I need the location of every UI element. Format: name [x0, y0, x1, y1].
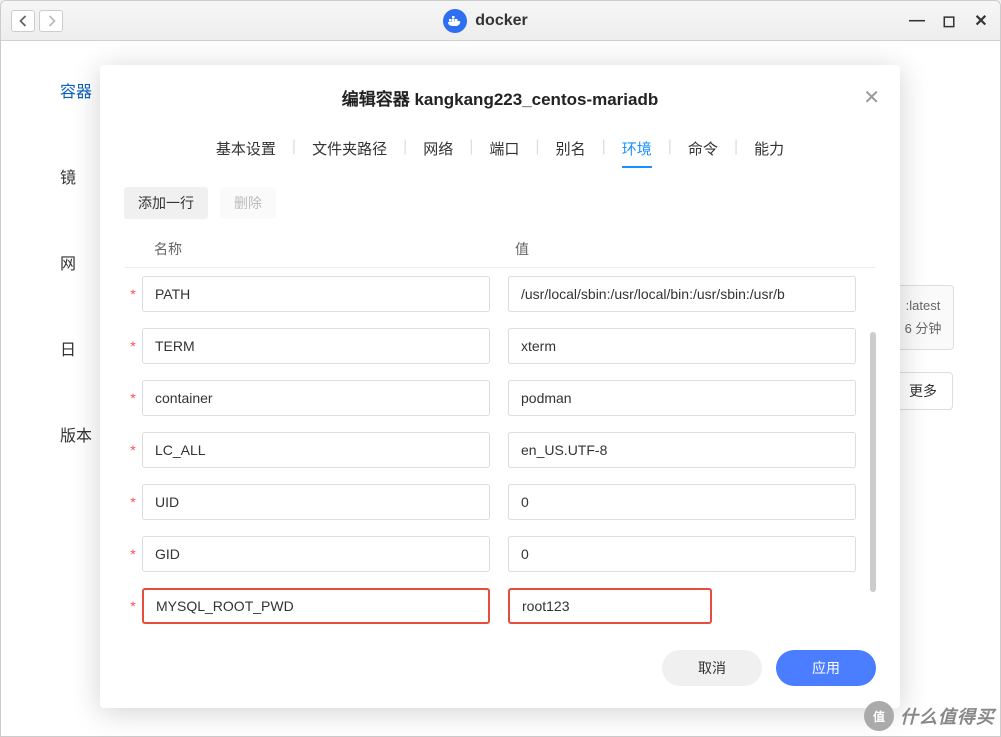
tab-capability[interactable]: 能力: [740, 130, 798, 167]
required-mark: *: [124, 546, 142, 562]
required-mark: *: [124, 598, 142, 614]
column-header-value: 值: [509, 239, 869, 259]
required-mark: *: [124, 494, 142, 510]
env-value-input[interactable]: [508, 276, 856, 312]
sidebar: 容器 镜 网 日 版本: [60, 78, 92, 446]
tab-network[interactable]: 网络: [409, 130, 467, 167]
docker-icon: [443, 9, 467, 33]
env-value-input[interactable]: [508, 380, 856, 416]
nav-forward-button[interactable]: [39, 10, 63, 32]
container-card-partial: :latest 6 分钟: [892, 285, 954, 350]
close-window-button[interactable]: ✕: [972, 12, 990, 30]
required-mark: *: [124, 390, 142, 406]
env-value-input[interactable]: [508, 536, 856, 572]
env-row: *: [124, 580, 866, 632]
add-row-button[interactable]: 添加一行: [124, 187, 208, 219]
tab-port[interactable]: 端口: [475, 130, 533, 167]
scrollbar[interactable]: [870, 330, 876, 640]
env-value-input[interactable]: [508, 588, 712, 624]
required-mark: *: [124, 338, 142, 354]
sidebar-item-network[interactable]: 网: [60, 250, 92, 274]
env-row: *: [124, 268, 866, 320]
modal-title: 编辑容器 kangkang223_centos-mariadb: [124, 85, 876, 110]
sidebar-item-logs[interactable]: 日: [60, 336, 92, 360]
nav-back-button[interactable]: [11, 10, 35, 32]
modal-close-button[interactable]: ✕: [863, 85, 880, 110]
env-value-input[interactable]: [508, 484, 856, 520]
env-table-scroll[interactable]: * * * * * * *: [124, 267, 876, 632]
app-title: docker: [475, 12, 527, 30]
more-button[interactable]: 更多: [893, 372, 953, 410]
sidebar-item-containers[interactable]: 容器: [60, 78, 92, 102]
tab-env[interactable]: 环境: [608, 130, 666, 167]
env-name-input[interactable]: [142, 380, 490, 416]
env-row: *: [124, 372, 866, 424]
env-row: *: [124, 320, 866, 372]
modal-tabs: 基本设置| 文件夹路径| 网络| 端口| 别名| 环境| 命令| 能力: [100, 122, 900, 167]
required-mark: *: [124, 286, 142, 302]
env-name-input[interactable]: [142, 484, 490, 520]
env-value-input[interactable]: [508, 328, 856, 364]
maximize-button[interactable]: ◻: [940, 12, 958, 30]
tab-cmd[interactable]: 命令: [674, 130, 732, 167]
titlebar: docker — ◻ ✕: [1, 1, 1000, 41]
tab-basic[interactable]: 基本设置: [202, 130, 290, 167]
watermark-text: 什么值得买: [900, 703, 995, 729]
env-row: *: [124, 424, 866, 476]
minimize-button[interactable]: —: [908, 12, 926, 30]
cancel-button[interactable]: 取消: [662, 650, 762, 686]
env-name-input[interactable]: [142, 432, 490, 468]
column-header-name: 名称: [124, 239, 509, 259]
env-value-input[interactable]: [508, 432, 856, 468]
env-name-input[interactable]: [142, 328, 490, 364]
edit-container-modal: 编辑容器 kangkang223_centos-mariadb ✕ 基本设置| …: [100, 65, 900, 708]
apply-button[interactable]: 应用: [776, 650, 876, 686]
env-row: *: [124, 528, 866, 580]
sidebar-item-version[interactable]: 版本: [60, 422, 92, 446]
env-name-input[interactable]: [142, 536, 490, 572]
delete-row-button[interactable]: 删除: [220, 187, 276, 219]
watermark: 值 什么值得买: [864, 701, 995, 731]
tab-alias[interactable]: 别名: [542, 130, 600, 167]
env-row: *: [124, 476, 866, 528]
sidebar-item-images[interactable]: 镜: [60, 164, 92, 188]
required-mark: *: [124, 442, 142, 458]
env-name-input[interactable]: [142, 276, 490, 312]
env-name-input[interactable]: [142, 588, 490, 624]
watermark-badge: 值: [864, 701, 894, 731]
tab-folder[interactable]: 文件夹路径: [298, 130, 401, 167]
